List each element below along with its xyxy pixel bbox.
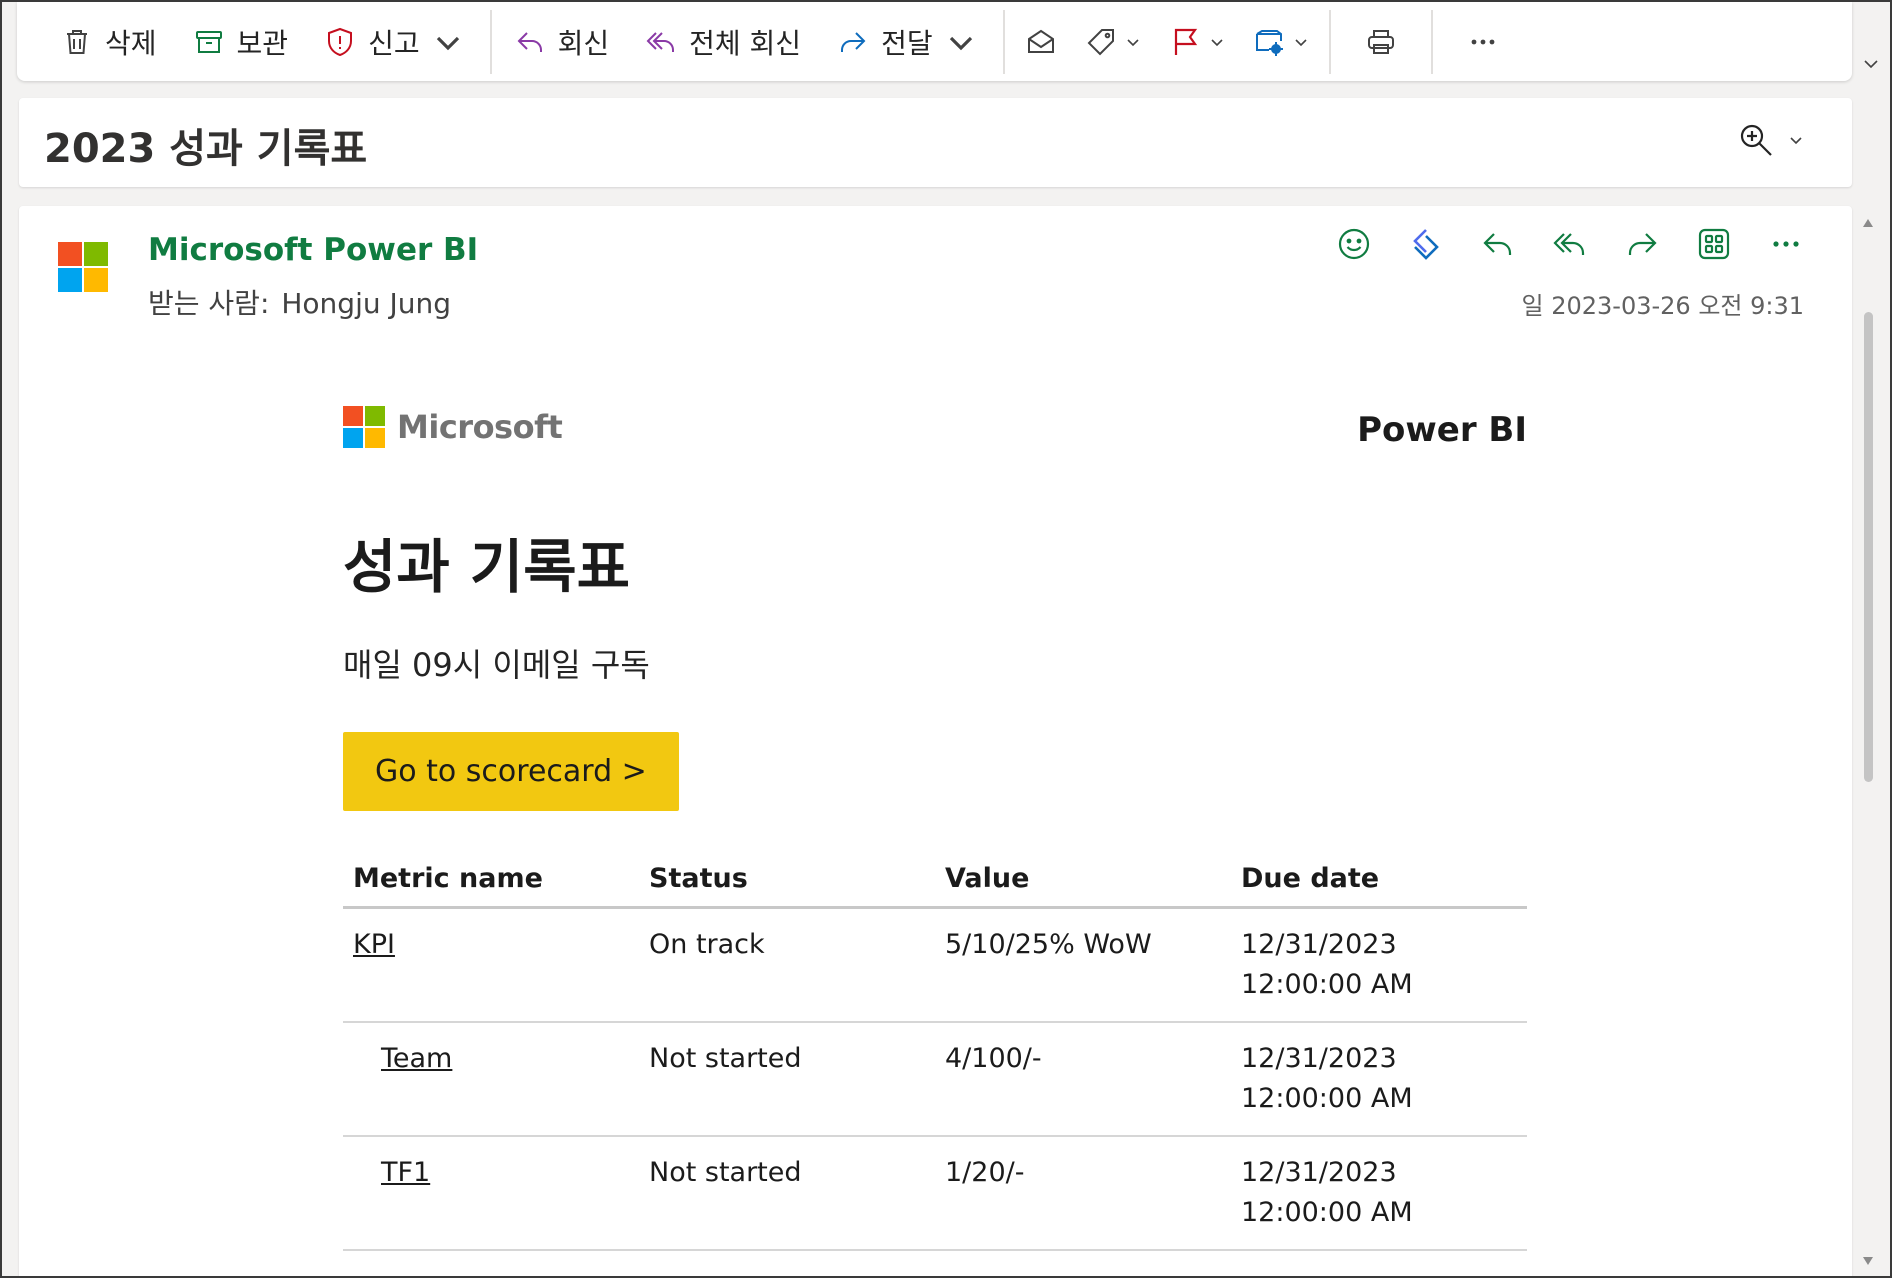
forward-label: 전달 <box>881 26 933 60</box>
report-label: 신고 <box>368 26 420 60</box>
status-cell: Not started <box>639 1136 935 1251</box>
tag-icon <box>1087 28 1114 55</box>
microsoft-logo-icon <box>343 406 385 448</box>
archive-button[interactable]: 보관 <box>177 13 309 71</box>
powerbi-wordmark: Power BI <box>1357 410 1527 450</box>
due-date-cell: 12/31/2023 12:00:00 AM <box>1231 1022 1527 1137</box>
recipient-name[interactable]: Hongju Jung <box>281 287 451 320</box>
status-cell: Not started <box>639 1022 935 1137</box>
due-date-cell: 12/31/2023 12:00:00 AM <box>1231 1136 1527 1251</box>
message-actions <box>1336 226 1804 262</box>
report-button[interactable]: 신고 <box>308 13 484 71</box>
metric-name-cell: Team <box>343 1022 639 1137</box>
value-cell: 1/20/- <box>935 1136 1231 1251</box>
table-header-row: Metric name Status Value Due date <box>343 863 1527 909</box>
tag-button[interactable] <box>1071 13 1155 71</box>
chevron-down-icon <box>1211 38 1223 46</box>
reply-icon <box>517 31 542 52</box>
loop-icon[interactable] <box>1408 226 1444 262</box>
toolbar-divider <box>489 9 492 74</box>
sender-avatar <box>58 242 108 292</box>
go-to-scorecard-button[interactable]: Go to scorecard > <box>343 732 679 811</box>
chevron-down-icon <box>436 36 459 50</box>
reply-all-icon <box>646 31 675 52</box>
email-body: Microsoft Power BI 성과 기록표 매일 09시 이메일 구독 … <box>343 406 1527 1251</box>
microsoft-brand: Microsoft <box>343 406 563 448</box>
mark-read-button[interactable] <box>1011 13 1071 71</box>
chevron-down-icon <box>1295 38 1307 46</box>
scroll-up-arrow-icon[interactable] <box>1862 218 1874 228</box>
chevron-down-icon <box>1790 137 1802 145</box>
rules-button[interactable] <box>1239 13 1323 71</box>
vertical-scrollbar[interactable] <box>1857 206 1879 1278</box>
command-toolbar: 삭제 보관 신고 회신 전체 회신 전달 <box>17 2 1852 81</box>
forward-icon <box>841 31 866 52</box>
scrollbar-thumb[interactable] <box>1864 312 1873 782</box>
flag-icon <box>1174 28 1197 55</box>
status-cell: On track <box>639 907 935 1023</box>
mark-read-icon <box>1027 29 1054 53</box>
forward-icon[interactable] <box>1624 226 1660 262</box>
reply-all-label: 전체 회신 <box>689 26 802 60</box>
delete-label: 삭제 <box>105 26 157 60</box>
due-date-cell: 12/31/2023 12:00:00 AM <box>1231 907 1527 1023</box>
trash-icon <box>67 29 87 54</box>
metric-link[interactable]: TF1 <box>381 1157 430 1188</box>
reply-all-icon[interactable] <box>1552 226 1588 262</box>
microsoft-wordmark: Microsoft <box>397 408 563 446</box>
subject-bar: 2023 성과 기록표 <box>19 98 1852 187</box>
table-row: Team Not started 4/100/- 12/31/2023 12:0… <box>343 1022 1527 1137</box>
rules-icon <box>1255 29 1283 56</box>
reply-label: 회신 <box>557 26 610 60</box>
reading-pane: Microsoft Power BI 받는 사람: Hongju Jung 일 2… <box>19 206 1852 1278</box>
metric-name-cell: KPI <box>343 907 639 1023</box>
archive-icon <box>195 30 222 53</box>
print-button[interactable] <box>1337 13 1425 71</box>
ribbon-collapse-chevron-icon[interactable] <box>1862 55 1880 73</box>
zoom-button[interactable] <box>1738 122 1804 158</box>
archive-label: 보관 <box>236 26 289 60</box>
column-header: Status <box>639 863 935 909</box>
scroll-down-arrow-icon[interactable] <box>1862 1256 1874 1266</box>
forward-button[interactable]: 전달 <box>821 13 997 71</box>
value-cell: 5/10/25% WoW <box>935 907 1231 1023</box>
brand-header: Microsoft Power BI <box>343 406 1527 452</box>
metric-name-cell: TF1 <box>343 1136 639 1251</box>
to-label: 받는 사람: <box>148 287 270 320</box>
more-icon[interactable] <box>1768 226 1804 262</box>
apps-icon[interactable] <box>1696 226 1732 262</box>
reply-all-button[interactable]: 전체 회신 <box>629 13 821 71</box>
message-subject: 2023 성과 기록표 <box>44 126 368 172</box>
reply-button[interactable]: 회신 <box>498 13 630 71</box>
zoom-in-icon <box>1740 124 1772 156</box>
more-icon <box>1471 39 1495 44</box>
sender-name[interactable]: Microsoft Power BI <box>148 232 478 268</box>
emoji-icon[interactable] <box>1336 226 1372 262</box>
delete-button[interactable]: 삭제 <box>45 13 177 71</box>
toolbar-divider <box>1328 9 1331 74</box>
column-header: Due date <box>1231 863 1527 909</box>
report-title: 성과 기록표 <box>343 533 630 601</box>
message-timestamp: 일 2023-03-26 오전 9:31 <box>1521 292 1805 320</box>
table-row: TF1 Not started 1/20/- 12/31/2023 12:00:… <box>343 1136 1527 1251</box>
column-header: Metric name <box>343 863 639 909</box>
table-row: KPI On track 5/10/25% WoW 12/31/2023 12:… <box>343 907 1527 1023</box>
toolbar-divider <box>1430 9 1433 74</box>
flag-button[interactable] <box>1155 13 1239 71</box>
metric-link[interactable]: Team <box>381 1043 452 1074</box>
toolbar-divider <box>1002 9 1005 74</box>
recipient-line: 받는 사람: Hongju Jung <box>148 282 451 322</box>
print-icon <box>1367 29 1394 54</box>
column-header: Value <box>935 863 1231 909</box>
chevron-down-icon <box>1127 38 1139 46</box>
metrics-table: Metric name Status Value Due date KPI On… <box>343 863 1527 1251</box>
metric-link[interactable]: KPI <box>353 929 395 960</box>
chevron-down-icon <box>949 36 972 50</box>
more-actions-button[interactable] <box>1439 13 1527 71</box>
reply-icon[interactable] <box>1480 226 1516 262</box>
value-cell: 4/100/- <box>935 1022 1231 1137</box>
shield-warning-icon <box>328 27 353 56</box>
report-subtitle: 매일 09시 이메일 구독 <box>343 646 650 684</box>
